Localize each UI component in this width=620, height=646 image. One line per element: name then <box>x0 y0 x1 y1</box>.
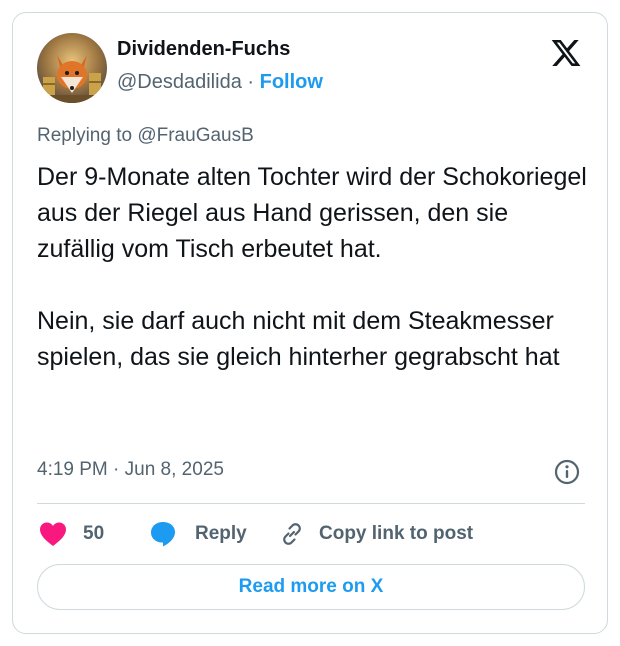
x-logo-icon[interactable] <box>550 37 582 69</box>
speech-bubble-icon <box>149 520 177 548</box>
reply-button[interactable]: Reply <box>149 517 247 551</box>
fox-avatar-icon <box>37 33 107 103</box>
copy-link-button[interactable]: Copy link to post <box>279 517 473 551</box>
author-avatar[interactable] <box>37 33 107 103</box>
copy-link-label: Copy link to post <box>319 523 474 544</box>
post-paragraph: Der 9-Monate alten Tochter wird der Scho… <box>37 163 587 263</box>
reply-label: Reply <box>195 523 247 544</box>
like-count: 50 <box>83 523 105 544</box>
info-icon[interactable] <box>554 459 580 485</box>
like-button[interactable]: 50 <box>39 517 104 551</box>
post-paragraph: Nein, sie darf auch nicht mit dem Steakm… <box>37 307 560 371</box>
follow-button[interactable]: Follow <box>260 71 323 93</box>
author-handle-row: @Desdadilida · Follow <box>117 71 323 94</box>
read-more-button[interactable]: Read more on X <box>37 564 585 610</box>
author-name[interactable]: Dividenden-Fuchs <box>117 38 290 61</box>
embedded-post-card: Dividenden-Fuchs @Desdadilida · Follow R… <box>12 12 608 634</box>
author-handle[interactable]: @Desdadilida <box>117 71 242 93</box>
post-text: Der 9-Monate alten Tochter wird der Scho… <box>37 159 589 375</box>
divider <box>37 503 585 504</box>
post-timestamp[interactable]: 4:19 PM · Jun 8, 2025 <box>37 459 224 481</box>
heart-icon <box>39 521 67 547</box>
replying-to-line[interactable]: Replying to @FrauGausB <box>37 125 254 147</box>
link-icon <box>279 521 305 547</box>
handle-separator: · <box>247 71 255 93</box>
